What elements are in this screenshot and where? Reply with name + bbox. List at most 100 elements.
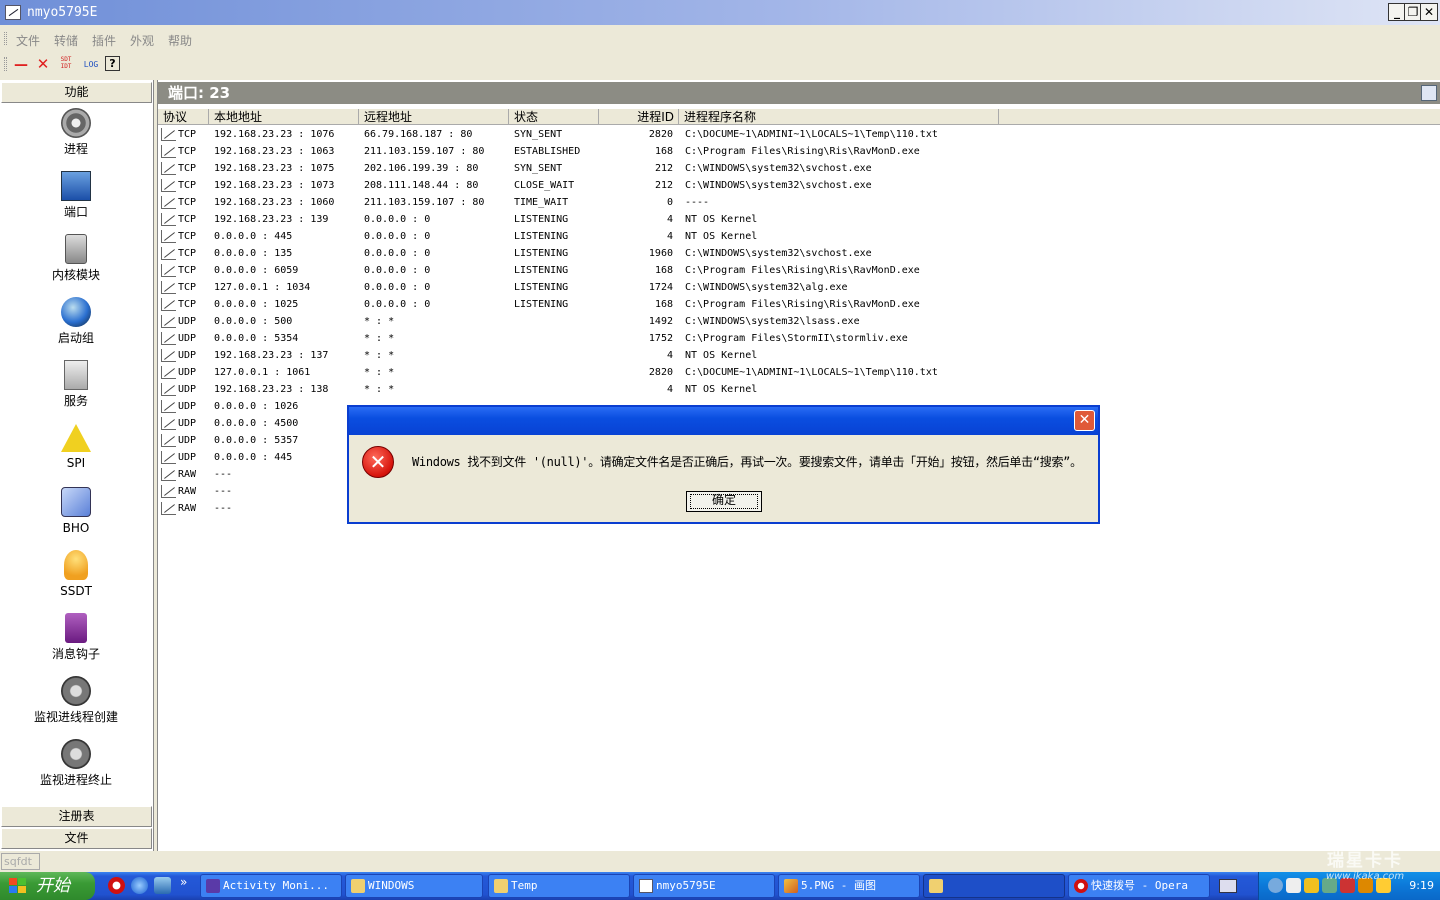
- nav-monitor-create[interactable]: 监视进线程创建: [0, 676, 152, 724]
- table-row[interactable]: TCP 0.0.0.0 : 445 0.0.0.0 : 0 LISTENING 4 NT …: [158, 228, 1440, 245]
- task-label: WINDOWS: [368, 879, 415, 892]
- table-row[interactable]: TCP 0.0.0.0 : 135 0.0.0.0 : 0 LISTENING 1960…: [158, 245, 1440, 262]
- col-local-address[interactable]: 本地地址: [209, 109, 359, 125]
- task-nmyo[interactable]: nmyo5795E: [633, 874, 775, 898]
- table-row[interactable]: TCP 0.0.0.0 : 1025 0.0.0.0 : 0 LISTENING 168…: [158, 296, 1440, 313]
- task-paint[interactable]: 5.PNG - 画图: [778, 874, 920, 898]
- delete-icon[interactable]: ✕: [34, 56, 52, 73]
- nav-monitor-terminate[interactable]: 监视进程终止: [0, 739, 152, 787]
- table-row[interactable]: TCP 192.168.23.23 : 1060 211.103.159.107 :…: [158, 194, 1440, 211]
- cell-remote-address: * : *: [364, 316, 395, 327]
- nav-services[interactable]: 服务: [0, 360, 152, 408]
- task-folder-active[interactable]: [923, 874, 1065, 898]
- menu-file[interactable]: 文件: [16, 32, 40, 49]
- table-row[interactable]: TCP 192.168.23.23 : 1073 208.111.148.44 : …: [158, 177, 1440, 194]
- nav-port[interactable]: 端口: [0, 171, 152, 219]
- task-windows[interactable]: WINDOWS: [345, 874, 483, 898]
- cell-pid: 4: [666, 384, 673, 395]
- nav-startup[interactable]: 启动组: [0, 297, 152, 345]
- minus-icon[interactable]: —: [12, 56, 30, 73]
- ie-quicklaunch-icon[interactable]: [131, 877, 148, 894]
- quicklaunch-more[interactable]: »: [180, 875, 187, 889]
- table-row[interactable]: TCP 192.168.23.23 : 1075 202.106.199.39 : …: [158, 160, 1440, 177]
- cell-process-name: ----: [685, 197, 710, 208]
- col-protocol[interactable]: 协议: [158, 109, 209, 125]
- opera-icon[interactable]: [108, 877, 125, 894]
- network-icon[interactable]: [1268, 878, 1283, 893]
- cell-local-address: 192.168.23.23 : 1076: [214, 129, 335, 140]
- table-row[interactable]: UDP 192.168.23.23 : 137 * : * 4 NT OS Kernel: [158, 347, 1440, 364]
- table-row[interactable]: TCP 192.168.23.23 : 1063 211.103.159.107 :…: [158, 143, 1440, 160]
- nav-spi[interactable]: SPI: [0, 424, 152, 470]
- cell-pid: 212: [654, 163, 673, 174]
- connection-icon: [161, 434, 176, 447]
- cell-state: LISTENING: [514, 265, 569, 276]
- nav-kernel-modules[interactable]: 内核模块: [0, 234, 152, 282]
- error-icon: ✕: [362, 446, 394, 478]
- mail-icon[interactable]: [1286, 878, 1301, 893]
- menu-plugins[interactable]: 插件: [92, 32, 116, 49]
- table-row[interactable]: TCP 192.168.23.23 : 1076 66.79.168.187 : 8…: [158, 126, 1440, 143]
- connection-icon: [161, 383, 176, 396]
- col-state[interactable]: 状态: [509, 109, 599, 125]
- close-button[interactable]: ✕: [1420, 3, 1438, 21]
- cell-protocol: TCP: [178, 197, 197, 208]
- menu-appearance[interactable]: 外观: [130, 32, 154, 49]
- cell-local-address: ---: [214, 503, 233, 514]
- cell-protocol: TCP: [178, 180, 197, 191]
- ok-button[interactable]: 确定: [686, 491, 762, 512]
- function-header[interactable]: 功能: [1, 82, 152, 103]
- file-header[interactable]: 文件: [1, 828, 152, 849]
- cell-pid: 2820: [648, 367, 673, 378]
- log-icon[interactable]: LOG: [80, 56, 102, 73]
- cell-process-name: NT OS Kernel: [685, 350, 758, 361]
- menu-grip: [4, 32, 7, 45]
- col-remote-address[interactable]: 远程地址: [359, 109, 509, 125]
- nav-ssdt[interactable]: SSDT: [0, 550, 152, 598]
- sdt-icon[interactable]: SDT IDT: [57, 56, 75, 73]
- nav-process[interactable]: 进程: [0, 108, 152, 156]
- task-activity-monitor[interactable]: Activity Moni...: [200, 874, 342, 898]
- cell-remote-address: 208.111.148.44 : 80: [364, 180, 479, 191]
- task-opera[interactable]: 快速拨号 - Opera: [1068, 874, 1210, 898]
- table-row[interactable]: UDP 192.168.23.23 : 138 * : * 4 NT OS Kernel: [158, 381, 1440, 398]
- shield-icon[interactable]: [154, 877, 171, 894]
- table-row[interactable]: TCP 192.168.23.23 : 139 0.0.0.0 : 0 LISTENI…: [158, 211, 1440, 228]
- col-pid[interactable]: 进程ID: [599, 109, 679, 125]
- sdt-icon-top: SDT: [60, 56, 72, 63]
- app-icon: [639, 879, 653, 893]
- table-row[interactable]: UDP 127.0.0.1 : 1061 * : * 2820 C:\DOCUME~1\…: [158, 364, 1440, 381]
- start-button[interactable]: 开始: [0, 872, 95, 900]
- nav-message-hooks[interactable]: 消息钩子: [0, 613, 152, 661]
- table-row[interactable]: UDP 0.0.0.0 : 500 * : * 1492 C:\WINDOWS\syst…: [158, 313, 1440, 330]
- table-row[interactable]: UDP 0.0.0.0 : 5354 * : * 1752 C:\Program Fil…: [158, 330, 1440, 347]
- table-row[interactable]: TCP 0.0.0.0 : 6059 0.0.0.0 : 0 LISTENING 168…: [158, 262, 1440, 279]
- registry-header[interactable]: 注册表: [1, 806, 152, 827]
- cell-local-address: 0.0.0.0 : 135: [214, 248, 293, 259]
- table-row[interactable]: TCP 127.0.0.1 : 1034 0.0.0.0 : 0 LISTENING 1…: [158, 279, 1440, 296]
- task-temp[interactable]: Temp: [488, 874, 630, 898]
- dialog-close-button[interactable]: ✕: [1074, 410, 1095, 431]
- nav-startup-label: 启动组: [57, 331, 94, 345]
- keyboard-icon[interactable]: [1219, 879, 1237, 893]
- cell-remote-address: 0.0.0.0 : 0: [364, 214, 431, 225]
- nav-bho[interactable]: BHO: [0, 487, 152, 535]
- cell-local-address: 192.168.23.23 : 138: [214, 384, 329, 395]
- cell-state: LISTENING: [514, 231, 569, 242]
- menu-dump[interactable]: 转储: [54, 32, 78, 49]
- cell-pid: 1492: [648, 316, 673, 327]
- cell-local-address: 192.168.23.23 : 1063: [214, 146, 335, 157]
- panel-icon[interactable]: [1421, 85, 1437, 101]
- help-icon[interactable]: ?: [105, 56, 120, 71]
- cell-pid: 0: [666, 197, 673, 208]
- ok-focus-rect: [690, 494, 758, 509]
- app-icon: [5, 5, 21, 20]
- col-process-name[interactable]: 进程程序名称: [679, 109, 999, 125]
- nav-port-label: 端口: [63, 205, 88, 219]
- cell-pid: 1960: [648, 248, 673, 259]
- menu-help[interactable]: 帮助: [168, 32, 192, 49]
- cell-local-address: 192.168.23.23 : 1075: [214, 163, 335, 174]
- port-title-bar: 端口: 23: [158, 82, 1440, 104]
- cell-pid: 1724: [648, 282, 673, 293]
- cell-pid: 2820: [648, 129, 673, 140]
